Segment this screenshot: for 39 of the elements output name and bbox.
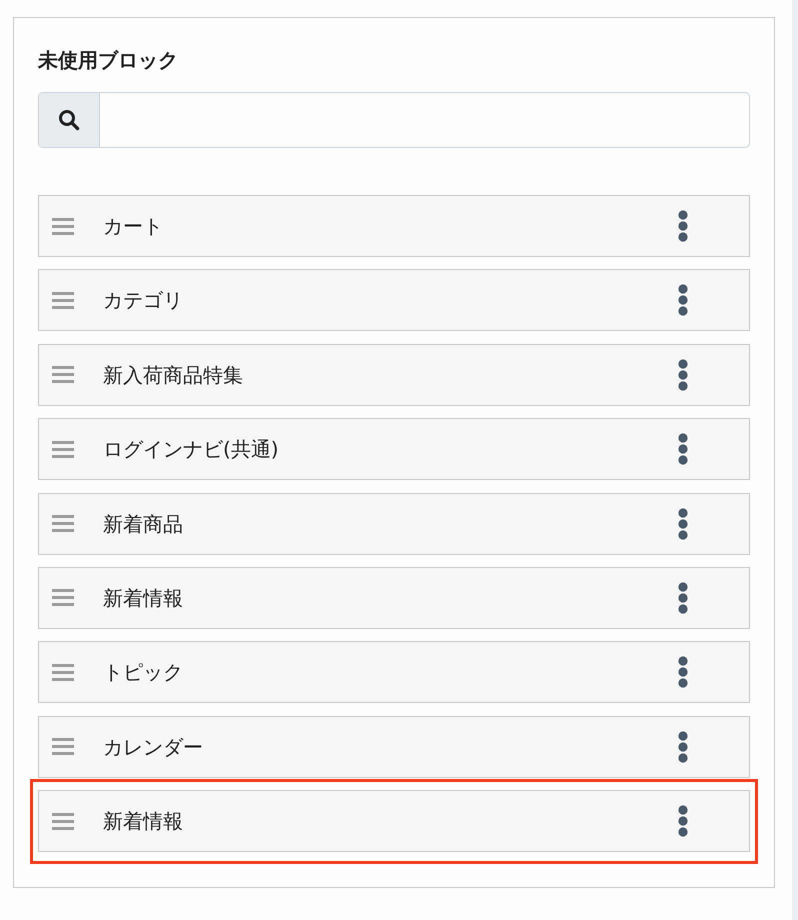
more-options-icon[interactable] bbox=[678, 508, 688, 540]
more-options-icon[interactable] bbox=[678, 210, 688, 242]
block-item[interactable]: カート bbox=[38, 195, 750, 257]
block-item[interactable]: トピック bbox=[38, 641, 750, 704]
drag-handle-icon[interactable] bbox=[52, 738, 74, 756]
block-label: 新着商品 bbox=[103, 510, 183, 538]
block-label: カレンダー bbox=[103, 734, 203, 761]
more-options-icon[interactable] bbox=[678, 805, 688, 838]
drag-handle-icon[interactable] bbox=[52, 366, 74, 384]
search-icon[interactable] bbox=[39, 93, 100, 147]
block-item[interactable]: カレンダー bbox=[38, 716, 750, 778]
panel-title: 未使用ブロック bbox=[38, 47, 178, 74]
drag-handle-icon[interactable] bbox=[52, 218, 74, 234]
block-item[interactable]: 新着情報 bbox=[38, 566, 750, 629]
block-label: 新着情報 bbox=[103, 584, 183, 612]
drag-handle-icon[interactable] bbox=[52, 812, 74, 830]
block-label: カテゴリ bbox=[103, 287, 183, 314]
block-label: 新入荷商品特集 bbox=[103, 362, 243, 389]
block-item[interactable]: 新着商品 bbox=[38, 492, 750, 555]
more-options-icon[interactable] bbox=[678, 656, 688, 688]
drag-handle-icon[interactable] bbox=[52, 664, 74, 681]
block-item[interactable]: カテゴリ bbox=[38, 269, 750, 332]
drag-handle-icon[interactable] bbox=[52, 515, 74, 532]
block-label: ログインナビ(共通) bbox=[103, 436, 279, 464]
block-item[interactable]: ログインナビ(共通) bbox=[38, 418, 750, 480]
more-options-icon[interactable] bbox=[678, 582, 688, 614]
more-options-icon[interactable] bbox=[678, 433, 688, 466]
block-label: カート bbox=[103, 213, 163, 240]
search-field[interactable] bbox=[38, 92, 750, 148]
more-options-icon[interactable] bbox=[678, 284, 688, 316]
drag-handle-icon[interactable] bbox=[52, 292, 74, 309]
more-options-icon[interactable] bbox=[678, 358, 688, 391]
drag-handle-icon[interactable] bbox=[52, 589, 74, 606]
drag-handle-icon[interactable] bbox=[52, 440, 74, 458]
block-label: トピック bbox=[103, 659, 183, 686]
block-item[interactable]: 新入荷商品特集 bbox=[38, 344, 750, 406]
block-item[interactable]: 新着情報 bbox=[38, 790, 750, 852]
block-label: 新着情報 bbox=[103, 808, 183, 836]
more-options-icon[interactable] bbox=[678, 730, 688, 763]
